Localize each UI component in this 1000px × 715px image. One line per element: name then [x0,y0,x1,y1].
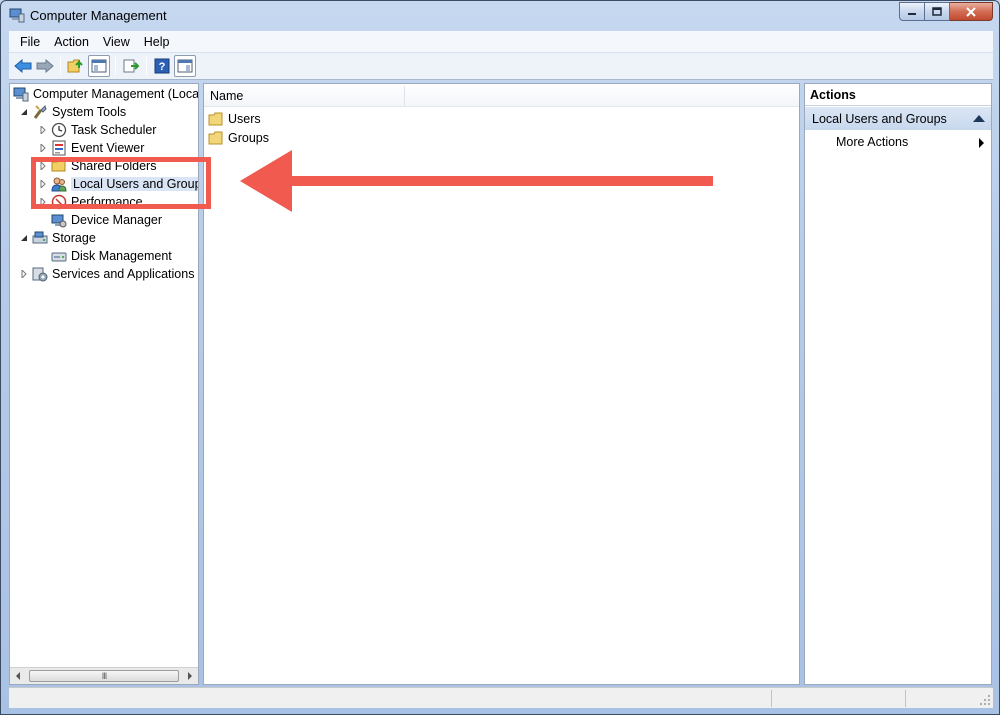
svg-text:?: ? [159,61,166,73]
services-icon [32,267,48,282]
tree-item-services-and-applications[interactable]: Services and Applications [19,265,194,283]
restore-icon [932,7,942,16]
tree-horizontal-scrollbar[interactable]: III [10,667,198,684]
clock-icon [51,122,67,138]
list-item-label: Users [228,112,261,126]
show-hide-tree-icon [91,59,107,73]
tree-item-label: Device Manager [71,213,163,227]
status-segment [771,690,772,707]
scroll-right-icon [188,672,192,680]
column-divider[interactable] [404,86,405,106]
tree-item-label: Computer Management (Local [33,87,199,101]
minimize-button[interactable] [899,2,925,21]
show-hide-action-pane-icon [177,59,193,73]
annotation-highlight-box [31,157,211,209]
list-item-label: Groups [228,131,269,145]
toolbar-separator [115,57,116,75]
actions-section-local-users-and-groups[interactable]: Local Users and Groups [805,107,991,130]
forward-arrow-icon [36,59,54,73]
close-button[interactable] [950,2,993,21]
computer-management-icon [13,87,29,102]
actions-header: Actions [805,84,991,106]
expand-arrow-icon[interactable] [38,143,48,153]
tree-item-label: System Tools [52,105,127,119]
window-title: Computer Management [30,8,167,23]
menu-help[interactable]: Help [137,35,177,49]
computer-management-icon [9,8,25,23]
maximize-button[interactable] [925,2,950,21]
system-tools-icon [33,105,47,119]
menu-action[interactable]: Action [47,35,96,49]
tree-item-disk-management[interactable]: Disk Management [51,247,172,265]
disk-management-icon [51,252,67,262]
help-icon: ? [154,58,170,74]
export-list-button[interactable] [120,55,142,77]
tree-item-computer-management[interactable]: Computer Management (Local [13,85,199,103]
forward-button[interactable] [34,55,56,77]
toolbar-separator [146,57,147,75]
tree-item-label: Storage [52,231,96,245]
annotation-arrow-icon [240,150,713,212]
collapse-caret-icon[interactable] [973,115,985,122]
tree-item-system-tools[interactable]: System Tools [19,103,126,121]
scroll-thumb[interactable]: III [29,670,179,682]
more-actions-item[interactable]: More Actions [836,135,908,149]
computer-management-window: Computer Management File Action View Hel… [0,0,1000,715]
tree-item-task-scheduler[interactable]: Task Scheduler [38,121,156,139]
collapse-arrow-icon[interactable] [19,107,29,117]
folder-icon [208,131,223,145]
back-button[interactable] [12,55,34,77]
help-button[interactable]: ? [151,55,173,77]
list-item-groups[interactable]: Groups [208,129,269,147]
menu-file[interactable]: File [13,35,47,49]
list-header: Name [204,84,799,107]
window-controls [899,2,993,21]
up-one-level-button[interactable] [65,55,87,77]
export-list-icon [123,59,140,73]
tree-item-label: Disk Management [71,249,172,263]
storage-icon [32,231,48,244]
menu-bar: File Action View Help [9,31,993,53]
minimize-icon [908,12,916,15]
status-segment [905,690,906,707]
actions-pane: Actions Local Users and Groups More Acti… [804,83,992,685]
up-folder-icon [67,59,83,73]
menu-view[interactable]: View [96,35,137,49]
scroll-right-button[interactable] [182,668,198,684]
tree-item-label: Task Scheduler [71,123,157,137]
folder-icon [208,112,223,126]
tree-item-storage[interactable]: Storage [19,229,96,247]
scroll-left-button[interactable] [10,668,26,684]
list-item-users[interactable]: Users [208,110,261,128]
toolbar-separator [60,57,61,75]
show-hide-console-tree-button[interactable] [88,55,110,77]
event-viewer-icon [52,140,66,156]
tree-item-device-manager[interactable]: Device Manager [51,211,162,229]
scroll-left-icon [16,672,20,680]
title-bar[interactable]: Computer Management [1,1,999,31]
close-icon [966,6,976,17]
status-bar [9,687,993,708]
resize-grip-icon[interactable] [979,694,991,706]
tree-item-event-viewer[interactable]: Event Viewer [38,139,144,157]
device-manager-icon [51,214,67,228]
toolbar: ? [9,53,993,80]
submenu-arrow-icon[interactable] [979,138,984,148]
back-arrow-icon [14,59,32,73]
show-hide-action-pane-button[interactable] [174,55,196,77]
tree-item-label: Services and Applications [52,267,195,281]
tree-item-label: Event Viewer [71,141,145,155]
expand-arrow-icon[interactable] [38,125,48,135]
collapse-arrow-icon[interactable] [19,233,29,243]
actions-section-label: Local Users and Groups [812,111,947,126]
scroll-grip: III [101,671,107,681]
expand-arrow-icon[interactable] [19,269,29,279]
column-header-name[interactable]: Name [210,89,243,103]
